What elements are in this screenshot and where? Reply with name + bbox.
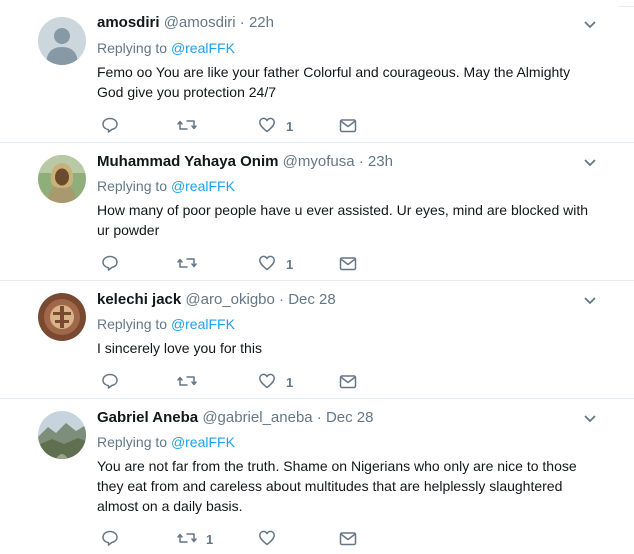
avatar[interactable] bbox=[38, 293, 86, 341]
display-name[interactable]: kelechi jack bbox=[97, 291, 181, 308]
reply-icon[interactable] bbox=[101, 529, 119, 547]
replying-to: Replying to @realFFK bbox=[97, 177, 235, 195]
chevron-down-icon[interactable] bbox=[583, 158, 597, 168]
replying-to-label: Replying to bbox=[97, 178, 168, 194]
heart-icon[interactable] bbox=[258, 254, 276, 272]
replying-to: Replying to @realFFK bbox=[97, 39, 235, 57]
mention-link[interactable]: @realFFK bbox=[171, 434, 235, 450]
tweet-divider bbox=[0, 398, 634, 399]
mention-link[interactable]: @realFFK bbox=[171, 178, 235, 194]
tweet-header: Gabriel Aneba @gabriel_aneba · Dec 28 bbox=[97, 409, 374, 427]
user-handle[interactable]: @gabriel_aneba bbox=[202, 409, 312, 426]
separator-dot: · bbox=[358, 153, 364, 170]
replying-to: Replying to @realFFK bbox=[97, 315, 235, 333]
like-count: 1 bbox=[286, 119, 294, 134]
heart-icon[interactable] bbox=[258, 116, 276, 134]
tweet-text: Femo oo You are like your father Colorfu… bbox=[97, 64, 571, 100]
user-handle[interactable]: @amosdiri bbox=[164, 14, 236, 31]
chevron-down-icon[interactable] bbox=[583, 20, 597, 30]
heart-icon[interactable] bbox=[258, 372, 276, 390]
reply-icon[interactable] bbox=[101, 372, 119, 390]
user-handle[interactable]: @aro_okigbo bbox=[185, 291, 274, 308]
chevron-down-icon[interactable] bbox=[583, 296, 597, 306]
timestamp[interactable]: 23h bbox=[368, 153, 393, 170]
landscape-photo-avatar bbox=[38, 411, 86, 459]
reply-icon[interactable] bbox=[101, 116, 119, 134]
tweet-text: How many of poor people have u ever assi… bbox=[97, 202, 589, 238]
tweet-header: amosdiri @amosdiri · 22h bbox=[97, 14, 274, 32]
tweet-header: Muhammad Yahaya Onim @myofusa · 23h bbox=[97, 153, 393, 171]
replying-to-label: Replying to bbox=[97, 40, 168, 56]
like-count: 1 bbox=[286, 257, 294, 272]
tweet-header: kelechi jack @aro_okigbo · Dec 28 bbox=[97, 291, 336, 309]
like-count: 1 bbox=[286, 375, 294, 390]
replying-to: Replying to @realFFK bbox=[97, 433, 235, 451]
avatar[interactable] bbox=[38, 17, 86, 65]
avatar[interactable] bbox=[38, 155, 86, 203]
tweet-divider bbox=[0, 280, 634, 281]
timestamp[interactable]: Dec 28 bbox=[288, 291, 336, 308]
tweet-text: I sincerely love you for this bbox=[97, 340, 262, 356]
reply-icon[interactable] bbox=[101, 254, 119, 272]
display-name[interactable]: amosdiri bbox=[97, 14, 160, 31]
mention-link[interactable]: @realFFK bbox=[171, 40, 235, 56]
retweet-icon[interactable] bbox=[177, 372, 197, 390]
user-handle[interactable]: @myofusa bbox=[283, 153, 355, 170]
timestamp[interactable]: Dec 28 bbox=[326, 409, 374, 426]
chevron-down-icon[interactable] bbox=[583, 414, 597, 424]
direct-message-icon[interactable] bbox=[339, 117, 357, 135]
direct-message-icon[interactable] bbox=[339, 255, 357, 273]
separator-dot: · bbox=[239, 14, 245, 31]
direct-message-icon[interactable] bbox=[339, 530, 357, 548]
person-photo-avatar bbox=[38, 155, 86, 203]
replying-to-label: Replying to bbox=[97, 434, 168, 450]
reply-thread: amosdiri @amosdiri · 22h Replying to @re… bbox=[0, 0, 634, 554]
mention-link[interactable]: @realFFK bbox=[171, 316, 235, 332]
retweet-icon[interactable] bbox=[177, 116, 197, 134]
tweet-text: You are not far from the truth. Shame on… bbox=[97, 458, 577, 514]
tweet-divider bbox=[0, 142, 634, 143]
emblem-photo-avatar bbox=[38, 293, 86, 341]
retweet-icon[interactable] bbox=[177, 529, 197, 547]
avatar[interactable] bbox=[38, 411, 86, 459]
separator-dot: · bbox=[316, 409, 322, 426]
edge-divider bbox=[619, 6, 634, 7]
display-name[interactable]: Muhammad Yahaya Onim bbox=[97, 153, 278, 170]
direct-message-icon[interactable] bbox=[339, 373, 357, 391]
display-name[interactable]: Gabriel Aneba bbox=[97, 409, 198, 426]
replying-to-label: Replying to bbox=[97, 316, 168, 332]
timestamp[interactable]: 22h bbox=[249, 14, 274, 31]
retweet-icon[interactable] bbox=[177, 254, 197, 272]
default-avatar-icon bbox=[38, 17, 86, 65]
retweet-count: 1 bbox=[206, 532, 214, 547]
separator-dot: · bbox=[279, 291, 285, 308]
heart-icon[interactable] bbox=[258, 529, 276, 547]
